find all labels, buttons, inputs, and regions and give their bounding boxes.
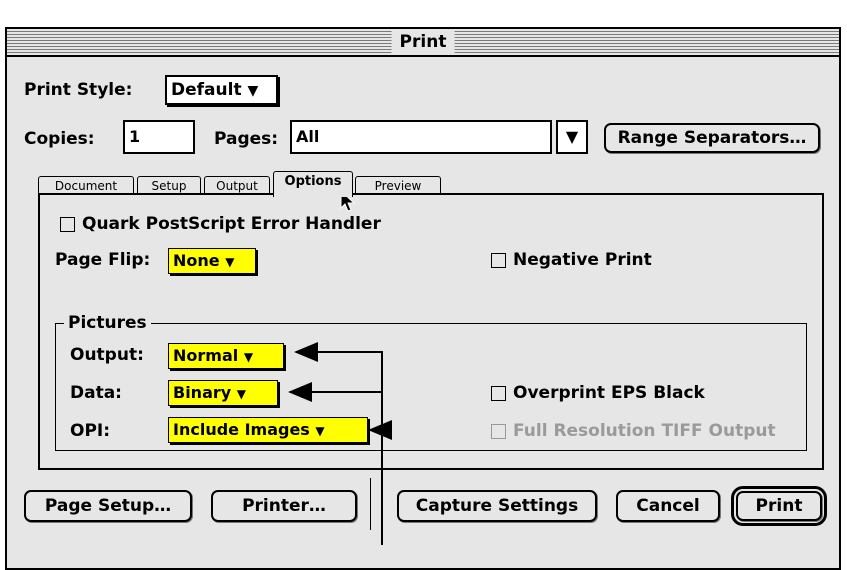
annotation-arrows bbox=[288, 342, 392, 545]
button-divider bbox=[370, 478, 371, 530]
printer-button[interactable]: Printer… bbox=[211, 490, 357, 522]
cancel-button[interactable]: Cancel bbox=[616, 490, 720, 522]
capture-settings-button[interactable]: Capture Settings bbox=[397, 490, 597, 522]
page-setup-button[interactable]: Page Setup… bbox=[24, 490, 192, 522]
tab-options[interactable]: Options bbox=[273, 171, 353, 197]
print-button[interactable]: Print bbox=[731, 486, 827, 526]
